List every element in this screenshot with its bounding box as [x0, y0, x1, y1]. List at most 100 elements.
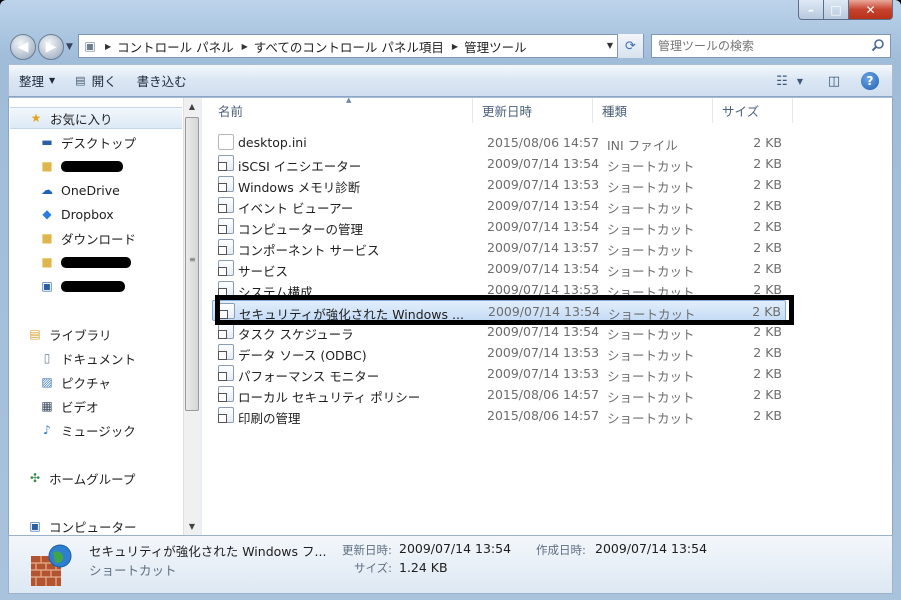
file-row[interactable]: コンピューターの管理 2009/07/14 13:54 ショートカット 2 KB: [212, 216, 786, 237]
breadcrumb-separator-icon[interactable]: ▶: [242, 42, 248, 51]
scroll-up-icon[interactable]: ▲: [184, 98, 200, 115]
file-date: 2009/07/14 13:53: [487, 177, 600, 192]
computer-icon: ▣: [41, 279, 53, 293]
breadcrumb-control-panel[interactable]: コントロール パネル: [117, 37, 233, 56]
file-date: 2015/08/06 14:57: [487, 135, 600, 150]
file-size: 2 KB: [753, 387, 782, 402]
file-size: 2 KB: [753, 198, 782, 213]
file-name: desktop.ini: [238, 135, 307, 150]
picture-icon: ▨: [41, 375, 53, 389]
back-button[interactable]: ◀: [10, 34, 36, 60]
dropbox-icon: ◆: [42, 207, 52, 221]
nav-item-downloads[interactable]: ■ ダウンロード: [9, 227, 183, 249]
burn-button[interactable]: 書き込む: [127, 69, 197, 93]
help-button[interactable]: ?: [858, 69, 882, 93]
explorer-window: – □ ✕ ◀ ▶ ▼ ▣ ▶ コントロール パネル ▶ すべてのコントロール …: [0, 0, 901, 600]
open-icon: ▤: [75, 74, 86, 87]
view-options-icon[interactable]: ☷: [770, 69, 794, 93]
scrollbar-thumb[interactable]: ≡: [185, 117, 199, 411]
address-bar[interactable]: ▣ ▶ コントロール パネル ▶ すべてのコントロール パネル項目 ▶ 管理ツー…: [78, 34, 644, 58]
file-row[interactable]: コンポーネント サービス 2009/07/14 13:57 ショートカット 2 …: [212, 237, 786, 258]
nav-item-music[interactable]: ♪ ミュージック: [9, 419, 183, 441]
address-dropdown-icon[interactable]: ▼: [607, 41, 613, 50]
nav-item-dropbox[interactable]: ◆ Dropbox: [9, 203, 183, 225]
nav-label: ホームグループ: [49, 471, 136, 487]
nav-item-computer[interactable]: ▣ コンピューター: [9, 515, 183, 535]
library-icon: ▤: [29, 327, 41, 341]
file-row[interactable]: iSCSI イニシエーター 2009/07/14 13:54 ショートカット 2…: [212, 153, 786, 174]
video-icon: ▦: [41, 399, 53, 413]
nav-item-redacted-1[interactable]: ■: [9, 155, 183, 177]
file-type: ショートカット: [607, 369, 695, 384]
file-row[interactable]: パフォーマンス モニター 2009/07/14 13:53 ショートカット 2 …: [212, 363, 786, 384]
view-dropdown-icon[interactable]: ▼: [794, 69, 806, 93]
back-arrow-icon: ◀: [17, 39, 29, 55]
breadcrumb-separator-icon[interactable]: ▶: [105, 42, 111, 51]
navigation-scrollbar[interactable]: ▲ ≡ ▼: [183, 98, 200, 535]
search-input[interactable]: [652, 35, 866, 57]
nav-item-homegroup[interactable]: ✣ ホームグループ: [9, 467, 183, 489]
breadcrumb-admin-tools[interactable]: 管理ツール: [464, 37, 527, 56]
details-size-value: 1.24 KB: [399, 560, 448, 575]
file-row[interactable]: サービス 2009/07/14 13:54 ショートカット 2 KB: [212, 258, 786, 279]
file-row[interactable]: desktop.ini 2015/08/06 14:57 INI ファイル 2 …: [212, 132, 786, 153]
nav-item-videos[interactable]: ▦ ビデオ: [9, 395, 183, 417]
computer-icon: ▣: [29, 519, 41, 533]
file-size: 2 KB: [753, 156, 782, 171]
file-size: 2 KB: [753, 219, 782, 234]
scroll-down-icon[interactable]: ▼: [184, 518, 200, 535]
file-size: 2 KB: [753, 261, 782, 276]
organize-button[interactable]: 整理 ▼: [9, 69, 65, 93]
minimize-button[interactable]: –: [798, 0, 824, 20]
file-list: 名前 ▲ 更新日時 種類 サイズ desktop.ini 2015/08/06 …: [202, 96, 892, 535]
file-size: 2 KB: [753, 177, 782, 192]
history-dropdown-icon[interactable]: ▼: [66, 42, 73, 52]
refresh-button[interactable]: ⟳: [617, 34, 643, 58]
column-header-date[interactable]: 更新日時: [473, 98, 593, 123]
search-box[interactable]: [651, 34, 891, 58]
nav-item-pictures[interactable]: ▨ ピクチャ: [9, 371, 183, 393]
redacted-label: [61, 256, 131, 268]
folder-icon: ■: [41, 159, 53, 173]
nav-item-redacted-2[interactable]: ■: [9, 251, 183, 273]
open-button[interactable]: ▤ 開く: [65, 69, 126, 93]
file-row[interactable]: イベント ビューアー 2009/07/14 13:54 ショートカット 2 KB: [212, 195, 786, 216]
search-icon[interactable]: [871, 38, 885, 52]
file-date: 2009/07/14 13:53: [487, 366, 600, 381]
file-date: 2009/07/14 13:54: [487, 156, 600, 171]
file-row[interactable]: データ ソース (ODBC) 2009/07/14 13:53 ショートカット …: [212, 342, 786, 363]
nav-item-documents[interactable]: ▯ ドキュメント: [9, 347, 183, 369]
file-date: 2009/07/14 13:57: [487, 240, 600, 255]
folder-icon: ■: [41, 255, 53, 269]
file-date: 2009/07/14 13:54: [487, 219, 600, 234]
nav-label: ピクチャ: [61, 375, 111, 391]
music-icon: ♪: [43, 423, 51, 437]
breadcrumb-separator-icon[interactable]: ▶: [452, 42, 458, 51]
file-name: データ ソース (ODBC): [238, 348, 367, 363]
file-name: 印刷の管理: [238, 411, 301, 426]
nav-item-libraries[interactable]: ▤ ライブラリ: [9, 323, 183, 345]
file-type: ショートカット: [607, 327, 695, 342]
column-header-size[interactable]: サイズ: [713, 98, 793, 123]
file-row[interactable]: ローカル セキュリティ ポリシー 2015/08/06 14:57 ショートカッ…: [212, 384, 786, 405]
column-header-name[interactable]: 名前 ▲: [209, 96, 473, 123]
close-button[interactable]: ✕: [849, 0, 893, 20]
file-row[interactable]: Windows メモリ診断 2009/07/14 13:53 ショートカット 2…: [212, 174, 786, 195]
nav-label: コンピューター: [49, 519, 137, 535]
file-size: 2 KB: [753, 240, 782, 255]
nav-item-desktop[interactable]: ▬ デスクトップ: [9, 131, 183, 153]
file-type: ショートカット: [607, 243, 695, 258]
breadcrumb-all-items[interactable]: すべてのコントロール パネル項目: [254, 37, 444, 56]
nav-item-onedrive[interactable]: ☁ OneDrive: [9, 179, 183, 201]
nav-item-favorites[interactable]: ★ お気に入り: [10, 107, 182, 129]
file-type: ショートカット: [607, 264, 695, 279]
refresh-icon: ⟳: [625, 38, 636, 54]
help-icon: ?: [861, 72, 879, 90]
nav-label: Dropbox: [61, 206, 114, 222]
nav-item-redacted-3[interactable]: ▣: [9, 275, 183, 297]
file-row[interactable]: 印刷の管理 2015/08/06 14:57 ショートカット 2 KB: [212, 405, 786, 426]
forward-button[interactable]: ▶: [38, 34, 64, 60]
maximize-button[interactable]: □: [824, 0, 849, 20]
preview-pane-icon[interactable]: ◫: [822, 69, 846, 93]
column-header-type[interactable]: 種類: [593, 98, 713, 123]
